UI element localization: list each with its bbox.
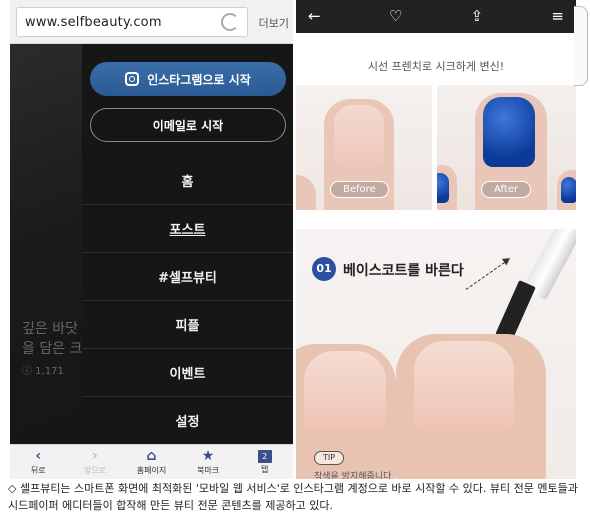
heart-icon[interactable]: ♡: [389, 9, 402, 24]
share-icon[interactable]: ⇪: [471, 9, 484, 24]
step-title: 베이스코트를 바른다: [343, 263, 464, 279]
bookmark-icon: ★: [201, 448, 215, 464]
natural-nail: [334, 105, 384, 167]
after-badge: After: [481, 181, 532, 198]
menu-item-label: 홈: [181, 174, 194, 190]
menu-item-people[interactable]: 피플: [82, 300, 293, 348]
home-icon: ⌂: [146, 448, 157, 464]
menu-item-home[interactable]: 홈: [82, 156, 293, 204]
bookmark-label: 북마크: [197, 466, 220, 475]
more-button[interactable]: 더보기: [259, 15, 289, 31]
menu-icon[interactable]: ≡: [551, 9, 564, 24]
post-subtitle: 시선 프렌치로 시크하게 변신!: [367, 60, 505, 73]
article-view-count: ⓘ 1,171: [22, 366, 64, 377]
menu-list: 홈 포스트 #셀프뷰티 피플 이벤트 설정: [82, 156, 293, 444]
tip-text: 착색을 방지해줍니다: [314, 472, 392, 479]
browser-address-bar: www.selfbeauty.com 더보기: [10, 0, 293, 44]
tabs-button[interactable]: 2 탭: [236, 445, 293, 479]
blue-nail: [437, 173, 449, 203]
instagram-start-label: 인스타그램으로 시작: [147, 72, 251, 87]
dashed-arrow-icon: [465, 259, 509, 290]
url-text: www.selfbeauty.com: [25, 15, 162, 30]
step-number-badge: 01: [312, 257, 336, 281]
left-phone-screen: www.selfbeauty.com 더보기 깊은 바닷 을 담은 크 ⓘ 1,…: [10, 0, 293, 479]
forward-label: 앞으로: [83, 466, 106, 475]
blue-nail: [483, 97, 535, 167]
homepage-label: 홈페이지: [136, 466, 167, 475]
email-start-button[interactable]: 이메일로 시작: [90, 108, 286, 142]
back-arrow-icon[interactable]: ←: [308, 9, 321, 24]
slide-menu: 인스타그램으로 시작 이메일로 시작 홈 포스트 #셀프뷰티 피플 이벤트 설정: [82, 44, 293, 444]
menu-item-settings[interactable]: 설정: [82, 396, 293, 444]
instagram-start-button[interactable]: 인스타그램으로 시작: [90, 62, 286, 96]
article-title-line1: 깊은 바닷: [22, 321, 78, 337]
image-caption: ◇ 셀프뷰티는 스마트폰 화면에 최적화된 '모바일 웹 서비스'로 인스타그램…: [8, 482, 578, 512]
forward-arrow-icon: ›: [92, 448, 98, 464]
back-button[interactable]: ‹ 뒤로: [10, 445, 67, 479]
menu-item-label: 설정: [175, 415, 200, 430]
menu-item-label: #셀프뷰티: [158, 271, 217, 286]
menu-item-label: 피플: [175, 319, 200, 334]
menu-item-post[interactable]: 포스트: [82, 204, 293, 252]
step-section: 01 베이스코트를 바른다 TIP 착색을 방지해줍니다: [296, 229, 576, 479]
article-title: 깊은 바닷 을 담은 크: [22, 319, 82, 359]
email-start-label: 이메일로 시작: [152, 118, 224, 133]
url-field[interactable]: www.selfbeauty.com: [16, 7, 248, 37]
instagram-icon: [125, 72, 140, 86]
after-photo: After: [437, 85, 576, 210]
before-photo: Before: [296, 85, 432, 210]
article-title-line2: 을 담은 크: [22, 341, 83, 357]
menu-item-selfbeauty[interactable]: #셀프뷰티: [82, 252, 293, 300]
app-top-bar: ← ♡ ⇪ ≡: [296, 0, 576, 33]
finger-shape: [296, 175, 316, 210]
natural-nail: [414, 341, 514, 433]
right-phone-screen: ← ♡ ⇪ ≡ 시선 프렌치로 시크하게 변신! Before After 01…: [296, 0, 576, 479]
reload-icon[interactable]: [221, 13, 239, 31]
menu-item-label: 포스트: [169, 223, 206, 238]
before-badge: Before: [330, 181, 389, 198]
tabs-icon: 2: [257, 450, 272, 463]
menu-item-label: 이벤트: [169, 367, 206, 382]
back-label: 뒤로: [30, 466, 46, 475]
side-edge-tab: [574, 6, 588, 86]
homepage-button[interactable]: ⌂ 홈페이지: [123, 445, 180, 479]
blue-nail: [561, 177, 576, 203]
browser-bottom-bar: ‹ 뒤로 › 앞으로 ⌂ 홈페이지 ★ 북마크 2 탭: [10, 444, 293, 479]
forward-button[interactable]: › 앞으로: [67, 445, 124, 479]
back-arrow-icon: ‹: [35, 448, 42, 464]
menu-item-event[interactable]: 이벤트: [82, 348, 293, 396]
tip-badge: TIP: [314, 451, 345, 465]
bookmark-button[interactable]: ★ 북마크: [180, 445, 237, 479]
tabs-label: 탭: [260, 465, 269, 474]
natural-nail: [304, 351, 386, 431]
